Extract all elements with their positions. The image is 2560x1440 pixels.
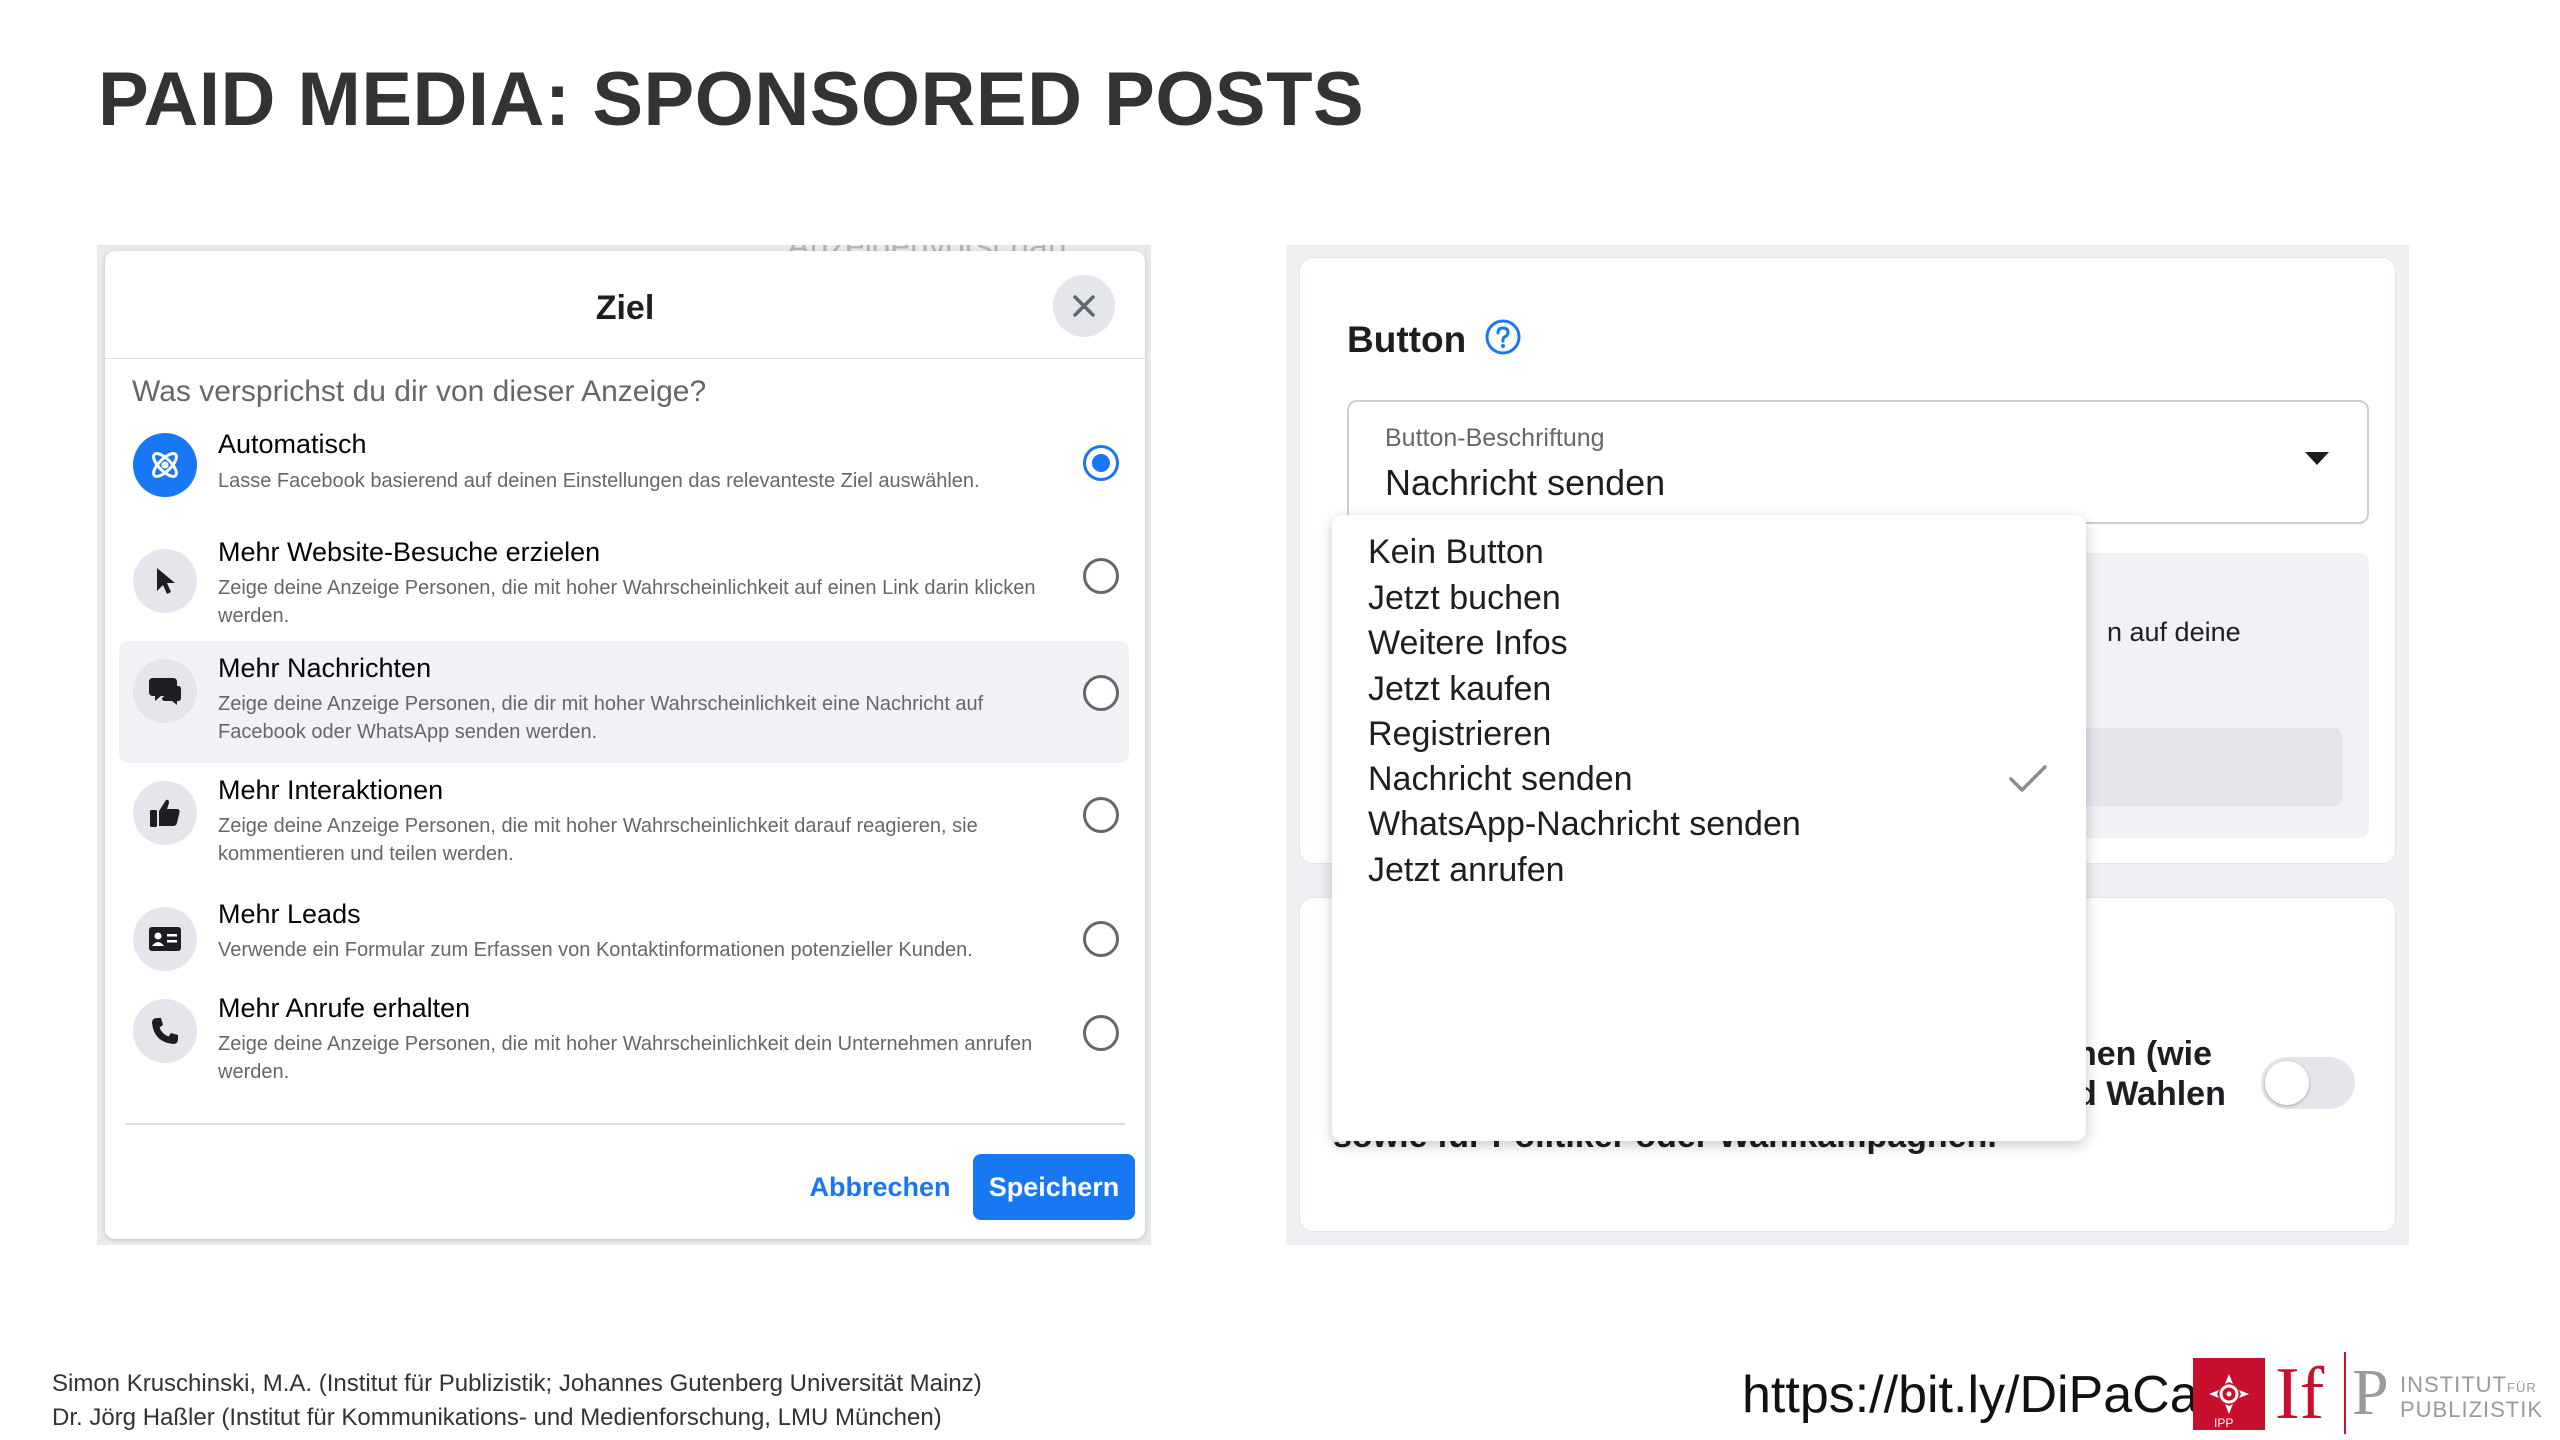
caret-down-icon bbox=[2305, 452, 2329, 465]
option-radio[interactable] bbox=[1083, 1015, 1119, 1051]
cancel-button[interactable]: Abbrechen bbox=[795, 1155, 965, 1219]
credit-line: Dr. Jörg Haßler (Institut für Kommunikat… bbox=[52, 1404, 942, 1431]
dropdown-option[interactable]: Jetzt anrufen bbox=[1332, 835, 2086, 905]
dropdown-option-label: Jetzt anrufen bbox=[1368, 851, 1565, 889]
p-logo-mark: P bbox=[2352, 1356, 2389, 1429]
select-label: Button-Beschriftung bbox=[1385, 424, 1605, 452]
institute-line-1: INSTITUT bbox=[2400, 1372, 2507, 1397]
dialog-header: Ziel bbox=[105, 251, 1145, 359]
option-nachrichten[interactable]: Mehr Nachrichten Zeige deine Anzeige Per… bbox=[119, 641, 1129, 763]
contact-card-icon bbox=[133, 907, 197, 971]
option-title: Mehr Anrufe erhalten bbox=[218, 993, 471, 1023]
option-title: Automatisch bbox=[218, 429, 367, 459]
dialog-question: Was versprichst du dir von dieser Anzeig… bbox=[132, 375, 707, 408]
if-logo-mark: If bbox=[2275, 1353, 2325, 1435]
partial-text: nen (wie bbox=[2076, 1035, 2213, 1073]
select-value: Nachricht senden bbox=[1385, 462, 1666, 503]
political-ads-toggle[interactable] bbox=[2261, 1057, 2355, 1109]
section-title: Button bbox=[1347, 319, 1467, 360]
phone-icon bbox=[133, 999, 197, 1063]
cross-emblem-icon bbox=[2209, 1374, 2249, 1414]
close-icon bbox=[1073, 295, 1095, 317]
thumbs-up-icon bbox=[133, 781, 197, 845]
cursor-icon bbox=[133, 549, 197, 613]
option-description: Zeige deine Anzeige Personen, die dir mi… bbox=[218, 693, 984, 743]
institute-fuer: FÜR bbox=[2507, 1380, 2537, 1395]
button-settings-screenshot: Button Button-Beschriftung Nachricht sen… bbox=[1286, 245, 2409, 1245]
close-button[interactable] bbox=[1053, 275, 1115, 337]
help-icon[interactable] bbox=[1484, 318, 1522, 356]
institute-logo-text: INSTITUTFÜR PUBLIZISTIK bbox=[2400, 1374, 2543, 1421]
option-radio[interactable] bbox=[1083, 445, 1119, 481]
option-automatisch[interactable]: Automatisch Lasse Facebook basierend auf… bbox=[119, 409, 1129, 517]
partial-text: d Wahlen bbox=[2076, 1075, 2226, 1113]
objective-dialog: Ziel Was versprichst du dir von dieser A… bbox=[105, 251, 1145, 1239]
option-description: Zeige deine Anzeige Personen, die mit ho… bbox=[218, 1033, 1033, 1083]
option-title: Mehr Leads bbox=[218, 899, 361, 929]
option-radio[interactable] bbox=[1083, 921, 1119, 957]
option-leads[interactable]: Mehr Leads Verwende ein Formular zum Erf… bbox=[119, 887, 1129, 991]
option-title: Mehr Nachrichten bbox=[218, 653, 432, 683]
option-description: Lasse Facebook basierend auf deinen Eins… bbox=[218, 470, 980, 492]
short-url[interactable]: https://bit.ly/DiPaCa bbox=[1742, 1365, 2199, 1425]
dialog-divider bbox=[125, 1123, 1125, 1125]
atom-icon bbox=[133, 433, 197, 497]
option-anrufe[interactable]: Mehr Anrufe erhalten Zeige deine Anzeige… bbox=[119, 981, 1129, 1099]
logo-separator bbox=[2344, 1352, 2346, 1434]
option-radio[interactable] bbox=[1083, 675, 1119, 711]
option-radio[interactable] bbox=[1083, 797, 1119, 833]
button-label-dropdown: Kein Button Jetzt buchen Weitere Infos J… bbox=[1332, 515, 2086, 1141]
option-title: Mehr Interaktionen bbox=[218, 775, 444, 805]
option-radio[interactable] bbox=[1083, 558, 1119, 594]
objective-screenshot: Anzeigenvorschau Ziel Was versprichst du… bbox=[97, 245, 1151, 1245]
option-website-besuche[interactable]: Mehr Website-Besuche erzielen Zeige dein… bbox=[119, 527, 1129, 639]
partial-text: n auf deine bbox=[2107, 617, 2241, 647]
institute-line-2: PUBLIZISTIK bbox=[2400, 1397, 2544, 1422]
option-description: Verwende ein Formular zum Erfassen von K… bbox=[218, 939, 973, 961]
ipp-logo-text: IPP bbox=[2214, 1416, 2234, 1430]
option-description: Zeige deine Anzeige Personen, die mit ho… bbox=[218, 815, 978, 865]
slide-title: PAID MEDIA: SPONSORED POSTS bbox=[98, 57, 1365, 142]
option-description: Zeige deine Anzeige Personen, die mit ho… bbox=[218, 577, 1036, 627]
option-interaktionen[interactable]: Mehr Interaktionen Zeige deine Anzeige P… bbox=[119, 763, 1129, 885]
dialog-title: Ziel bbox=[595, 289, 655, 327]
save-button[interactable]: Speichern bbox=[973, 1154, 1135, 1220]
button-label-select[interactable]: Button-Beschriftung Nachricht senden bbox=[1347, 400, 2369, 524]
option-title: Mehr Website-Besuche erzielen bbox=[218, 537, 601, 567]
chat-icon bbox=[133, 659, 197, 723]
credit-line: Simon Kruschinski, M.A. (Institut für Pu… bbox=[52, 1370, 982, 1397]
